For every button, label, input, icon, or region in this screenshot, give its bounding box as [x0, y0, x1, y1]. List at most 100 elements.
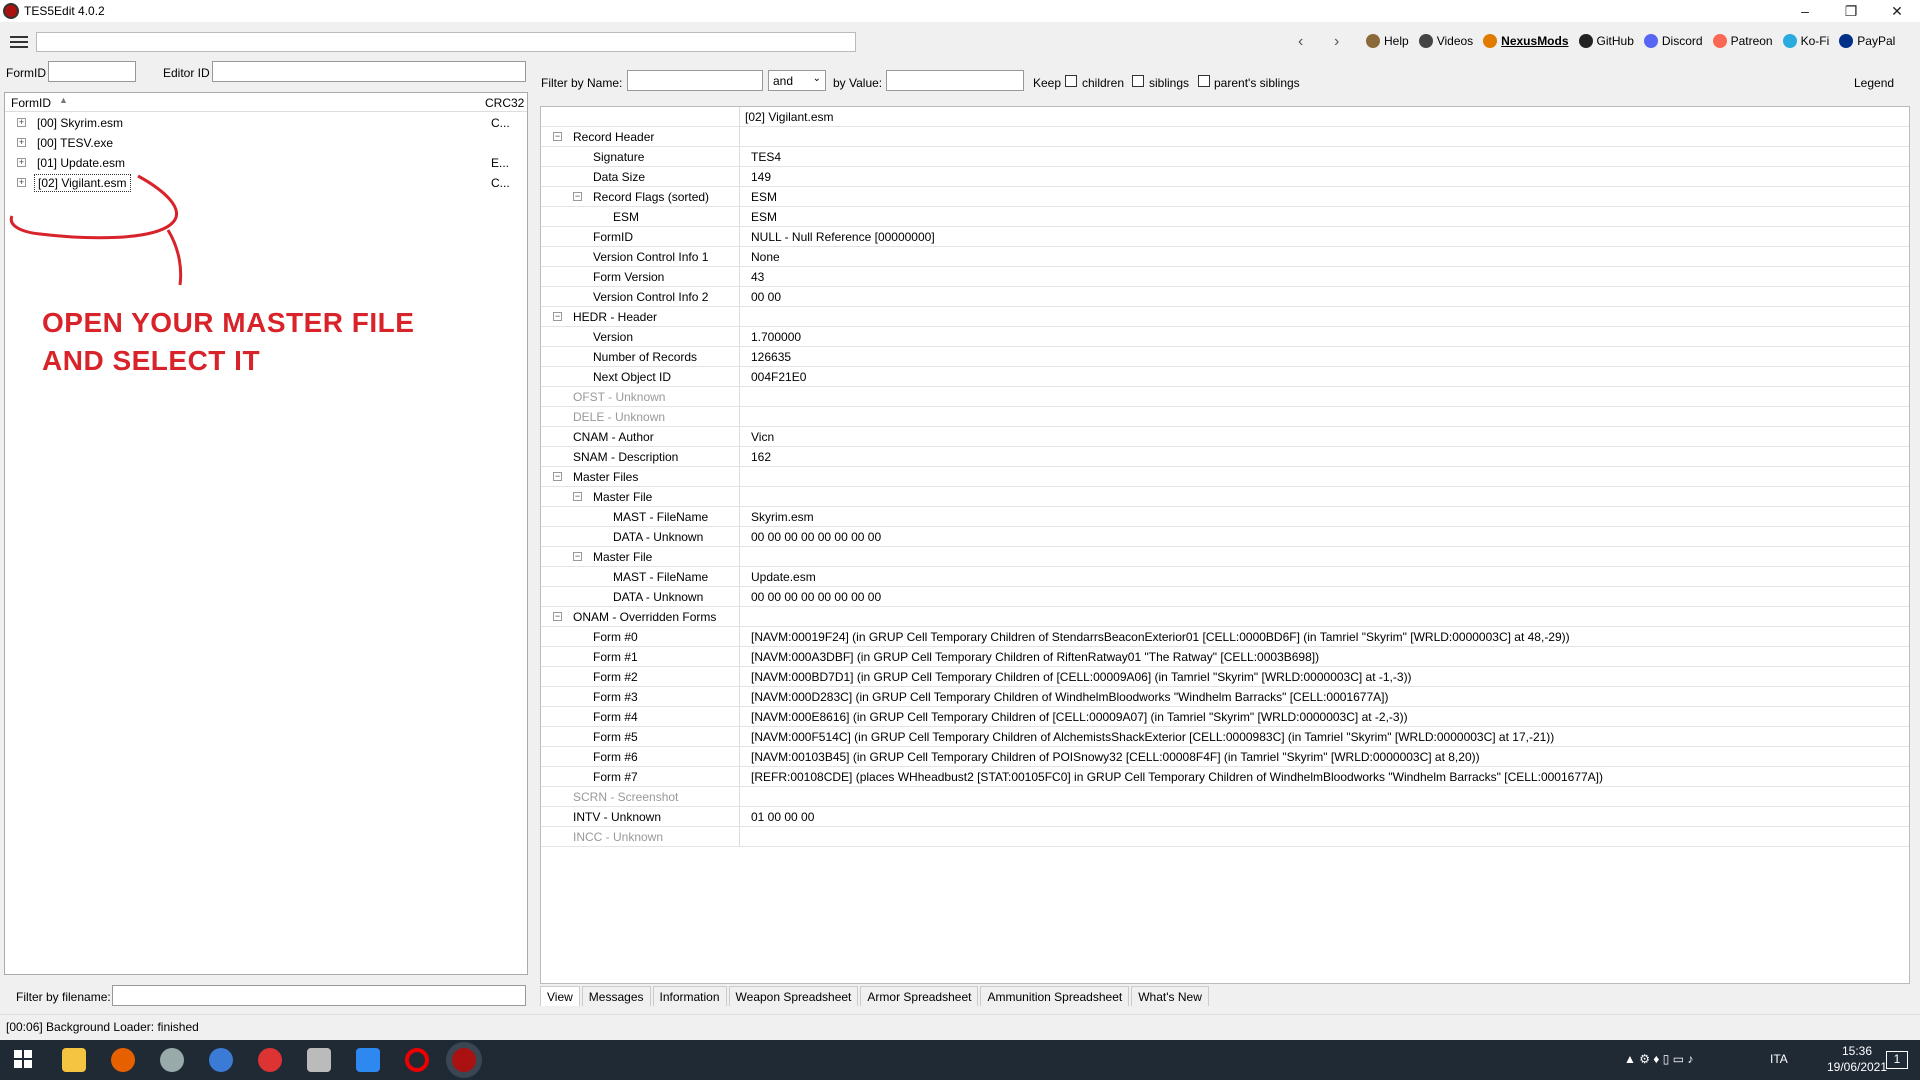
tab-messages[interactable]: Messages: [581, 986, 651, 1006]
record-row[interactable]: Form #4 [NAVM:000E8616] (in GRUP Cell Tem…: [541, 707, 1909, 727]
tes5edit-taskbar-icon[interactable]: [452, 1048, 476, 1072]
expand-icon[interactable]: +: [17, 118, 26, 127]
tab-what-s-new[interactable]: What's New: [1131, 986, 1209, 1006]
record-row[interactable]: Version Control Info 1 None: [541, 247, 1909, 267]
record-row[interactable]: Form #2 [NAVM:000BD7D1] (in GRUP Cell Tem…: [541, 667, 1909, 687]
path-bar[interactable]: [36, 32, 856, 52]
record-row[interactable]: DATA - Unknown 00 00 00 00 00 00 00 00: [541, 527, 1909, 547]
record-row[interactable]: Form #0 [NAVM:00019F24] (in GRUP Cell Tem…: [541, 627, 1909, 647]
record-row[interactable]: DELE - Unknown: [541, 407, 1909, 427]
windows-start-icon[interactable]: [12, 1048, 36, 1072]
app-icon-6[interactable]: [307, 1048, 331, 1072]
tab-weapon-spreadsheet[interactable]: Weapon Spreadsheet: [728, 986, 859, 1006]
record-row[interactable]: − HEDR - Header: [541, 307, 1909, 327]
operator-select[interactable]: and ⌄: [768, 70, 826, 91]
record-row[interactable]: Form #6 [NAVM:00103B45] (in GRUP Cell Tem…: [541, 747, 1909, 767]
toolbar-link-github[interactable]: GitHub: [1578, 34, 1634, 48]
tree-row[interactable]: + [00] Skyrim.esm C...: [5, 113, 527, 133]
opera-icon[interactable]: [405, 1048, 429, 1072]
collapse-icon[interactable]: −: [553, 132, 562, 141]
children-checkbox[interactable]: [1065, 75, 1077, 87]
record-field-value: [NAVM:00103B45] (in GRUP Cell Temporary …: [751, 750, 1480, 764]
app-icon-5[interactable]: [258, 1048, 282, 1072]
tab-view[interactable]: View: [540, 986, 580, 1006]
record-row[interactable]: Signature TES4: [541, 147, 1909, 167]
tab-armor-spreadsheet[interactable]: Armor Spreadsheet: [860, 986, 979, 1006]
record-field-value: [NAVM:000D283C] (in GRUP Cell Temporary …: [751, 690, 1389, 704]
toolbar-link-help[interactable]: Help: [1366, 34, 1409, 48]
tray-icons[interactable]: ▲ ⚙ ♦ ▯ ▭ ♪: [1624, 1052, 1693, 1066]
record-row[interactable]: INCC - Unknown: [541, 827, 1909, 847]
record-view[interactable]: [02] Vigilant.esm − Record Header Signatur…: [540, 106, 1910, 984]
record-field-name: Form Version: [593, 270, 665, 284]
record-row[interactable]: MAST - FileName Update.esm: [541, 567, 1909, 587]
filter-name-input[interactable]: [627, 70, 763, 91]
record-row[interactable]: SNAM - Description 162: [541, 447, 1909, 467]
record-row[interactable]: INTV - Unknown 01 00 00 00: [541, 807, 1909, 827]
record-row[interactable]: DATA - Unknown 00 00 00 00 00 00 00 00: [541, 587, 1909, 607]
expand-icon[interactable]: +: [17, 138, 26, 147]
collapse-icon[interactable]: −: [553, 312, 562, 321]
record-row[interactable]: OFST - Unknown: [541, 387, 1909, 407]
toolbar-link-videos[interactable]: Videos: [1418, 34, 1473, 48]
file-explorer-icon[interactable]: [62, 1048, 86, 1072]
record-row[interactable]: − ONAM - Overridden Forms: [541, 607, 1909, 627]
collapse-icon[interactable]: −: [553, 612, 562, 621]
minimize-button[interactable]: –: [1782, 0, 1828, 22]
record-row[interactable]: − Master File: [541, 547, 1909, 567]
filter-filename-input[interactable]: [112, 985, 526, 1006]
toolbar-link-nexusmods[interactable]: NexusMods: [1483, 34, 1569, 48]
record-row[interactable]: Form #1 [NAVM:000A3DBF] (in GRUP Cell Tem…: [541, 647, 1909, 667]
record-row[interactable]: − Master File: [541, 487, 1909, 507]
notification-icon[interactable]: 1: [1886, 1051, 1908, 1069]
forward-arrow-icon[interactable]: ›: [1334, 33, 1339, 51]
collapse-icon[interactable]: −: [573, 192, 582, 201]
toolbar-link-paypal[interactable]: PayPal: [1839, 34, 1895, 48]
app-icon-4[interactable]: [209, 1048, 233, 1072]
record-row[interactable]: Version 1.700000: [541, 327, 1909, 347]
firefox-icon[interactable]: [111, 1048, 135, 1072]
record-row[interactable]: SCRN - Screenshot: [541, 787, 1909, 807]
tree-row[interactable]: + [00] TESV.exe: [5, 133, 527, 153]
collapse-icon[interactable]: −: [573, 552, 582, 561]
record-row[interactable]: Form #3 [NAVM:000D283C] (in GRUP Cell Tem…: [541, 687, 1909, 707]
filter-value-input[interactable]: [886, 70, 1024, 91]
record-row[interactable]: CNAM - Author Vicn: [541, 427, 1909, 447]
record-row[interactable]: FormID NULL - Null Reference [00000000]: [541, 227, 1909, 247]
collapse-icon[interactable]: −: [573, 492, 582, 501]
maximize-button[interactable]: ❐: [1828, 0, 1874, 22]
record-row[interactable]: Next Object ID 004F21E0: [541, 367, 1909, 387]
record-row[interactable]: Number of Records 126635: [541, 347, 1909, 367]
expand-icon[interactable]: +: [17, 158, 26, 167]
menu-icon[interactable]: [10, 36, 28, 48]
record-row[interactable]: − Master Files: [541, 467, 1909, 487]
record-row[interactable]: MAST - FileName Skyrim.esm: [541, 507, 1909, 527]
toolbar-link-kofi[interactable]: Ko-Fi: [1782, 34, 1829, 48]
collapse-icon[interactable]: −: [553, 472, 562, 481]
tab-information[interactable]: Information: [652, 986, 727, 1006]
record-row[interactable]: − Record Header: [541, 127, 1909, 147]
record-row[interactable]: Form Version 43: [541, 267, 1909, 287]
editorid-input[interactable]: [212, 61, 526, 82]
col-crc32[interactable]: CRC32: [485, 96, 524, 110]
record-row[interactable]: ESM ESM: [541, 207, 1909, 227]
record-row[interactable]: Form #5 [NAVM:000F514C] (in GRUP Cell Tem…: [541, 727, 1909, 747]
app-icon-7[interactable]: [356, 1048, 380, 1072]
record-row[interactable]: Form #7 [REFR:00108CDE] (places WHheadbus…: [541, 767, 1909, 787]
record-row[interactable]: Data Size 149: [541, 167, 1909, 187]
clock[interactable]: 15:36 19/06/2021: [1822, 1044, 1892, 1074]
siblings-checkbox[interactable]: [1132, 75, 1144, 87]
record-row[interactable]: − Record Flags (sorted) ESM: [541, 187, 1909, 207]
parents-siblings-checkbox[interactable]: [1198, 75, 1210, 87]
back-arrow-icon[interactable]: ‹: [1298, 33, 1303, 51]
close-button[interactable]: ✕: [1874, 0, 1920, 22]
app-icon-3[interactable]: [160, 1048, 184, 1072]
col-formid[interactable]: FormID: [11, 96, 51, 110]
toolbar-link-discord[interactable]: Discord: [1643, 34, 1703, 48]
formid-input[interactable]: [48, 61, 136, 82]
toolbar-link-patreon[interactable]: Patreon: [1712, 34, 1773, 48]
legend-button[interactable]: Legend: [1854, 76, 1894, 90]
record-row[interactable]: Version Control Info 2 00 00: [541, 287, 1909, 307]
language-indicator[interactable]: ITA: [1770, 1052, 1788, 1066]
tab-ammunition-spreadsheet[interactable]: Ammunition Spreadsheet: [980, 986, 1130, 1006]
